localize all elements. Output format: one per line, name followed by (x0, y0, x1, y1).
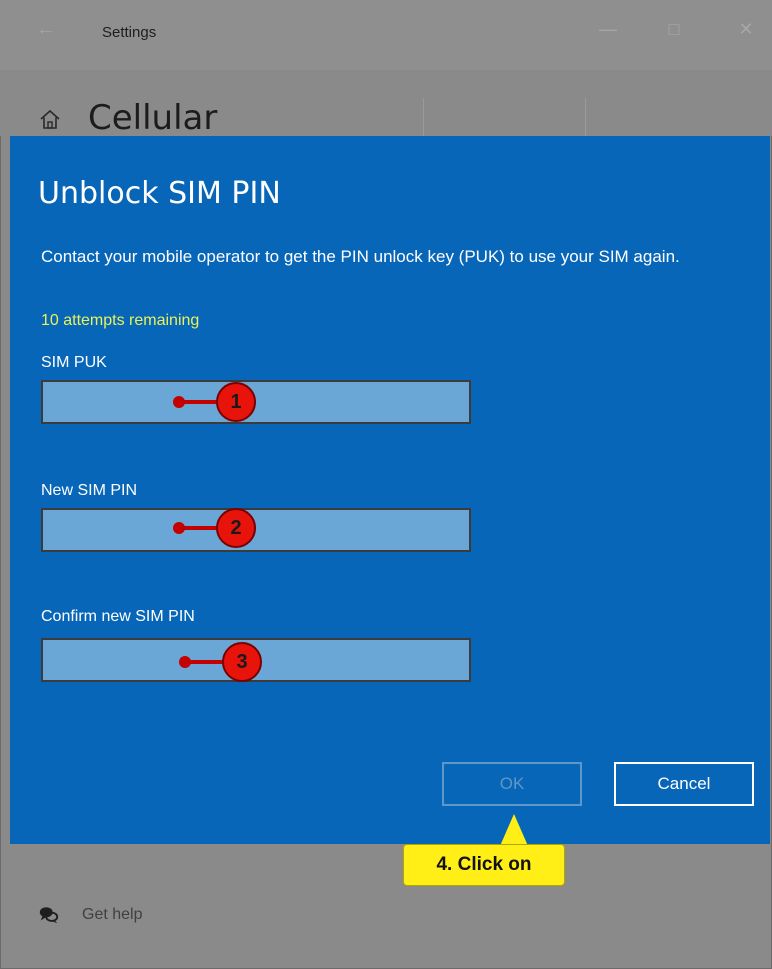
step-badge: 3 (222, 642, 262, 682)
home-icon[interactable] (38, 108, 62, 132)
step-2-callout: 2 (173, 508, 266, 548)
get-help-link[interactable]: Get help (38, 904, 142, 926)
cancel-button[interactable]: Cancel (614, 762, 754, 806)
step-3-callout: 3 (179, 642, 272, 682)
header-divider (423, 98, 424, 138)
step-1-callout: 1 (173, 382, 266, 422)
click-tooltip: 4. Click on (403, 844, 565, 886)
confirm-sim-pin-label: Confirm new SIM PIN (41, 608, 195, 625)
maximize-icon[interactable]: □ (663, 18, 685, 40)
callout-dot (179, 656, 191, 668)
page-title: Cellular (88, 98, 218, 138)
step-badge: 1 (216, 382, 256, 422)
callout-dot (173, 522, 185, 534)
new-sim-pin-label: New SIM PIN (41, 482, 138, 499)
back-arrow-icon[interactable]: ← (36, 18, 58, 40)
minimize-icon[interactable]: — (597, 18, 619, 40)
dialog-title: Unblock SIM PIN (38, 176, 281, 211)
dialog-description: Contact your mobile operator to get the … (41, 247, 680, 266)
close-icon[interactable]: ✕ (735, 18, 757, 40)
callout-dot (173, 396, 185, 408)
tooltip-arrow (500, 814, 528, 846)
step-badge: 2 (216, 508, 256, 548)
window-title: Settings (102, 24, 157, 41)
header-divider (585, 98, 586, 138)
ok-button[interactable]: OK (442, 762, 582, 806)
unblock-sim-pin-dialog: Unblock SIM PIN Contact your mobile oper… (10, 136, 770, 844)
sim-puk-label: SIM PUK (41, 354, 107, 371)
chat-help-icon (39, 907, 59, 924)
title-bar: ← Settings — □ ✕ (0, 0, 772, 70)
attempts-remaining: 10 attempts remaining (41, 312, 200, 329)
page-header: Cellular (0, 70, 772, 138)
get-help-label: Get help (82, 906, 143, 923)
